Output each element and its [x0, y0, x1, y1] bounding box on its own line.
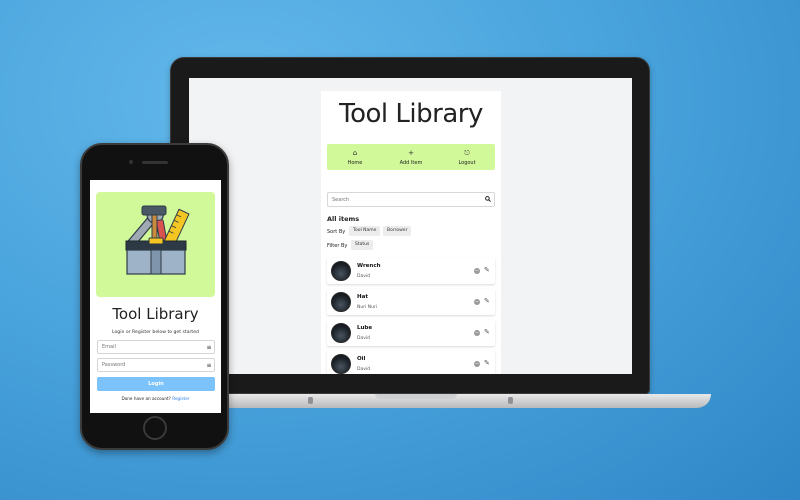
search-bar: [327, 192, 495, 207]
phone-camera: [129, 160, 133, 164]
list-item[interactable]: Oil David − ✎: [327, 351, 495, 374]
tool-borrower: David: [357, 367, 370, 372]
tool-avatar: [331, 323, 351, 343]
tool-name: Hat: [357, 294, 368, 300]
list-icon: ≡: [206, 361, 212, 369]
remove-icon[interactable]: −: [474, 299, 480, 305]
remove-icon[interactable]: −: [474, 330, 480, 336]
search-input[interactable]: [332, 196, 482, 203]
edit-icon[interactable]: ✎: [484, 359, 490, 367]
tool-avatar: [331, 354, 351, 374]
register-link[interactable]: Register: [172, 396, 189, 401]
password-field: ≡: [97, 358, 215, 372]
tool-borrower: David: [357, 274, 370, 279]
login-button[interactable]: Login: [97, 377, 215, 391]
laptop-notch: [375, 394, 457, 399]
tool-name: Oil: [357, 356, 366, 362]
sort-label: Sort By: [327, 229, 346, 235]
laptop-hinge: [308, 397, 313, 404]
list-item[interactable]: Wrench David − ✎: [327, 258, 495, 284]
filter-status-chip[interactable]: Status: [351, 240, 374, 250]
register-prompt-text: Done have an account?: [121, 396, 171, 401]
laptop-hinge: [508, 397, 513, 404]
nav-bar: ⌂ Home + Add Item ⎋ Logout: [327, 144, 495, 170]
nav-logout[interactable]: ⎋ Logout: [442, 149, 492, 166]
remove-icon[interactable]: −: [474, 361, 480, 367]
tool-borrower: David: [357, 336, 370, 341]
sort-tool-name-chip[interactable]: Tool Name: [349, 226, 381, 236]
edit-icon[interactable]: ✎: [484, 328, 490, 336]
edit-icon[interactable]: ✎: [484, 297, 490, 305]
nav-home-label: Home: [347, 159, 363, 166]
nav-logout-label: Logout: [458, 159, 476, 166]
plus-icon: +: [408, 148, 414, 157]
tool-avatar: [331, 261, 351, 281]
phone-frame: Tool Library Login or Register below to …: [80, 143, 229, 450]
sort-borrower-chip[interactable]: Borrower: [383, 226, 412, 236]
password-input[interactable]: [102, 362, 204, 368]
logout-icon: ⎋: [464, 148, 470, 157]
laptop-screen: Tool Library ⌂ Home + Add Item ⎋ Logout: [189, 78, 632, 374]
list-item[interactable]: Hat Nuri Nuri − ✎: [327, 289, 495, 315]
email-field: ≡: [97, 340, 215, 354]
filter-label: Filter By: [327, 243, 348, 249]
search-icon[interactable]: [482, 195, 494, 204]
nav-add-item[interactable]: + Add Item: [386, 149, 436, 166]
list-icon: ≡: [206, 343, 212, 351]
nav-home[interactable]: ⌂ Home: [330, 149, 380, 166]
toolbox-illustration: [96, 192, 215, 297]
tool-name: Wrench: [357, 263, 381, 269]
list-item[interactable]: Lube David − ✎: [327, 320, 495, 346]
register-prompt: Done have an account? Register: [90, 396, 221, 401]
home-button[interactable]: [143, 416, 167, 440]
email-input[interactable]: [102, 344, 204, 350]
tool-avatar: [331, 292, 351, 312]
login-title: Tool Library: [112, 305, 199, 323]
remove-icon[interactable]: −: [474, 268, 480, 274]
login-subtitle: Login or Register below to get started: [112, 330, 199, 335]
tool-borrower: Nuri Nuri: [357, 305, 378, 310]
tool-name: Lube: [357, 325, 373, 331]
nav-add-item-label: Add Item: [399, 159, 423, 166]
tool-library-app: Tool Library ⌂ Home + Add Item ⎋ Logout: [321, 91, 501, 374]
section-title: All items: [327, 215, 360, 223]
phone-screen: Tool Library Login or Register below to …: [90, 180, 221, 413]
phone-speaker: [142, 161, 168, 164]
home-icon: ⌂: [352, 148, 358, 157]
laptop-frame: Tool Library ⌂ Home + Add Item ⎋ Logout: [170, 57, 650, 394]
edit-icon[interactable]: ✎: [484, 266, 490, 274]
page-title: Tool Library: [339, 99, 483, 129]
